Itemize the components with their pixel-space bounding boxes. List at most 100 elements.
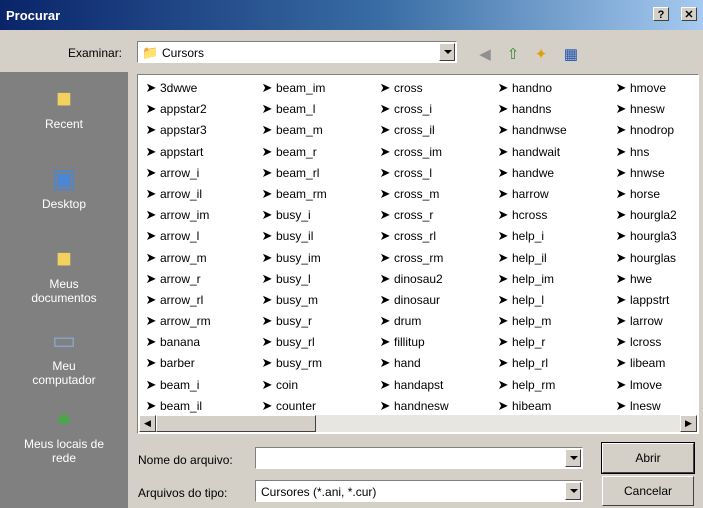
file-item[interactable]: ➤ beam_rl <box>258 162 380 183</box>
file-item[interactable]: ➤ cross_rl <box>376 225 498 246</box>
file-item[interactable]: ➤ busy_il <box>258 225 380 246</box>
look-in-combo[interactable]: 📁 Cursors <box>137 41 457 63</box>
file-item[interactable]: ➤ help_il <box>494 247 616 268</box>
scroll-thumb[interactable] <box>156 415 316 432</box>
file-item[interactable]: ➤ barber <box>142 352 264 373</box>
file-item[interactable]: ➤ help_l <box>494 289 616 310</box>
file-item[interactable]: ➤ hwe <box>612 268 698 289</box>
help-button[interactable]: ? <box>653 7 669 21</box>
back-icon[interactable]: ◀ <box>474 44 496 66</box>
file-item[interactable]: ➤ harrow <box>494 183 616 204</box>
file-item[interactable]: ➤ busy_rm <box>258 352 380 373</box>
file-item[interactable]: ➤ handnwse <box>494 119 616 140</box>
file-item[interactable]: ➤ handapst <box>376 374 498 395</box>
file-item[interactable]: ➤ help_r <box>494 331 616 352</box>
file-item[interactable]: ➤ busy_rl <box>258 331 380 352</box>
file-item[interactable]: ➤ hand <box>376 352 498 373</box>
file-item[interactable]: ➤ beam_r <box>258 141 380 162</box>
file-item[interactable]: ➤ beam_m <box>258 119 380 140</box>
new-folder-icon[interactable]: ✦ <box>530 44 552 66</box>
file-item[interactable]: ➤ coin <box>258 374 380 395</box>
file-item[interactable]: ➤ cross_r <box>376 204 498 225</box>
file-item[interactable]: ➤ help_i <box>494 225 616 246</box>
file-item[interactable]: ➤ dinosau2 <box>376 268 498 289</box>
place-desktop[interactable]: ▣ Desktop <box>0 162 128 211</box>
file-item[interactable]: ➤ banana <box>142 331 264 352</box>
file-item[interactable]: ➤ handno <box>494 77 616 98</box>
file-item[interactable]: ➤ hibeam <box>494 395 616 416</box>
file-item[interactable]: ➤ arrow_r <box>142 268 264 289</box>
file-item[interactable]: ➤ appstar3 <box>142 119 264 140</box>
file-item[interactable]: ➤ help_rm <box>494 374 616 395</box>
filename-dropdown-button[interactable] <box>565 449 581 467</box>
file-item[interactable]: ➤ libeam <box>612 352 698 373</box>
filetype-select[interactable]: Cursores (*.ani, *.cur) <box>255 480 583 502</box>
file-item[interactable]: ➤ hnwse <box>612 162 698 183</box>
file-item[interactable]: ➤ cross_il <box>376 119 498 140</box>
file-item[interactable]: ➤ lcross <box>612 331 698 352</box>
place-recent[interactable]: ■ Recent <box>0 82 128 131</box>
file-item[interactable]: ➤ beam_i <box>142 374 264 395</box>
file-item[interactable]: ➤ appstart <box>142 141 264 162</box>
file-item[interactable]: ➤ cross_rm <box>376 247 498 268</box>
file-item[interactable]: ➤ drum <box>376 310 498 331</box>
file-item[interactable]: ➤ busy_m <box>258 289 380 310</box>
file-item[interactable]: ➤ counter <box>258 395 380 416</box>
file-item[interactable]: ➤ lmove <box>612 374 698 395</box>
filetype-dropdown-button[interactable] <box>565 482 581 500</box>
file-item[interactable]: ➤ lappstrt <box>612 289 698 310</box>
file-item[interactable]: ➤ handnesw <box>376 395 498 416</box>
place-my-computer[interactable]: ▭ Meu computador <box>0 324 128 387</box>
file-item[interactable]: ➤ busy_r <box>258 310 380 331</box>
file-item[interactable]: ➤ busy_im <box>258 247 380 268</box>
filename-input[interactable] <box>255 447 583 469</box>
file-item[interactable]: ➤ arrow_l <box>142 225 264 246</box>
file-item[interactable]: ➤ help_m <box>494 310 616 331</box>
file-item[interactable]: ➤ beam_l <box>258 98 380 119</box>
file-item[interactable]: ➤ cross_l <box>376 162 498 183</box>
up-folder-icon[interactable]: ⇧ <box>502 44 524 66</box>
close-button[interactable]: ✕ <box>681 7 697 21</box>
file-item[interactable]: ➤ horse <box>612 183 698 204</box>
file-item[interactable]: ➤ help_im <box>494 268 616 289</box>
file-item[interactable]: ➤ hnodrop <box>612 119 698 140</box>
file-item[interactable]: ➤ cross_im <box>376 141 498 162</box>
open-button[interactable]: Abrir <box>601 442 695 474</box>
scroll-right-button[interactable]: ▶ <box>680 415 697 432</box>
file-item[interactable]: ➤ arrow_im <box>142 204 264 225</box>
file-item[interactable]: ➤ arrow_i <box>142 162 264 183</box>
file-item[interactable]: ➤ hourglas <box>612 247 698 268</box>
file-list[interactable]: ➤ 3dwwe ➤ appstar2 ➤ appstar3 ➤ appstart ➤ arrow_… <box>137 74 699 434</box>
file-item[interactable]: ➤ busy_l <box>258 268 380 289</box>
file-item[interactable]: ➤ arrow_rm <box>142 310 264 331</box>
file-item[interactable]: ➤ larrow <box>612 310 698 331</box>
file-item[interactable]: ➤ beam_rm <box>258 183 380 204</box>
file-item[interactable]: ➤ hourgla2 <box>612 204 698 225</box>
file-item[interactable]: ➤ arrow_m <box>142 247 264 268</box>
file-item[interactable]: ➤ hmove <box>612 77 698 98</box>
cancel-button[interactable]: Cancelar <box>602 476 694 506</box>
file-item[interactable]: ➤ lnesw <box>612 395 698 416</box>
file-item[interactable]: ➤ 3dwwe <box>142 77 264 98</box>
file-item[interactable]: ➤ hourgla3 <box>612 225 698 246</box>
file-item[interactable]: ➤ arrow_rl <box>142 289 264 310</box>
file-item[interactable]: ➤ hcross <box>494 204 616 225</box>
file-item[interactable]: ➤ beam_im <box>258 77 380 98</box>
file-item[interactable]: ➤ cross_i <box>376 98 498 119</box>
file-item[interactable]: ➤ arrow_il <box>142 183 264 204</box>
file-item[interactable]: ➤ busy_i <box>258 204 380 225</box>
file-item[interactable]: ➤ beam_il <box>142 395 264 416</box>
scroll-left-button[interactable]: ◀ <box>139 415 156 432</box>
file-item[interactable]: ➤ appstar2 <box>142 98 264 119</box>
file-item[interactable]: ➤ hnesw <box>612 98 698 119</box>
file-item[interactable]: ➤ cross <box>376 77 498 98</box>
look-in-dropdown-button[interactable] <box>439 43 455 61</box>
file-item[interactable]: ➤ handwait <box>494 141 616 162</box>
view-menu-icon[interactable]: ▦ <box>560 44 582 66</box>
horizontal-scrollbar[interactable]: ◀ ▶ <box>139 415 697 432</box>
place-network[interactable]: ● Meus locais de rede <box>0 402 128 465</box>
file-item[interactable]: ➤ fillitup <box>376 331 498 352</box>
place-my-documents[interactable]: ■ Meus documentos <box>0 242 128 305</box>
file-item[interactable]: ➤ handns <box>494 98 616 119</box>
file-item[interactable]: ➤ dinosaur <box>376 289 498 310</box>
